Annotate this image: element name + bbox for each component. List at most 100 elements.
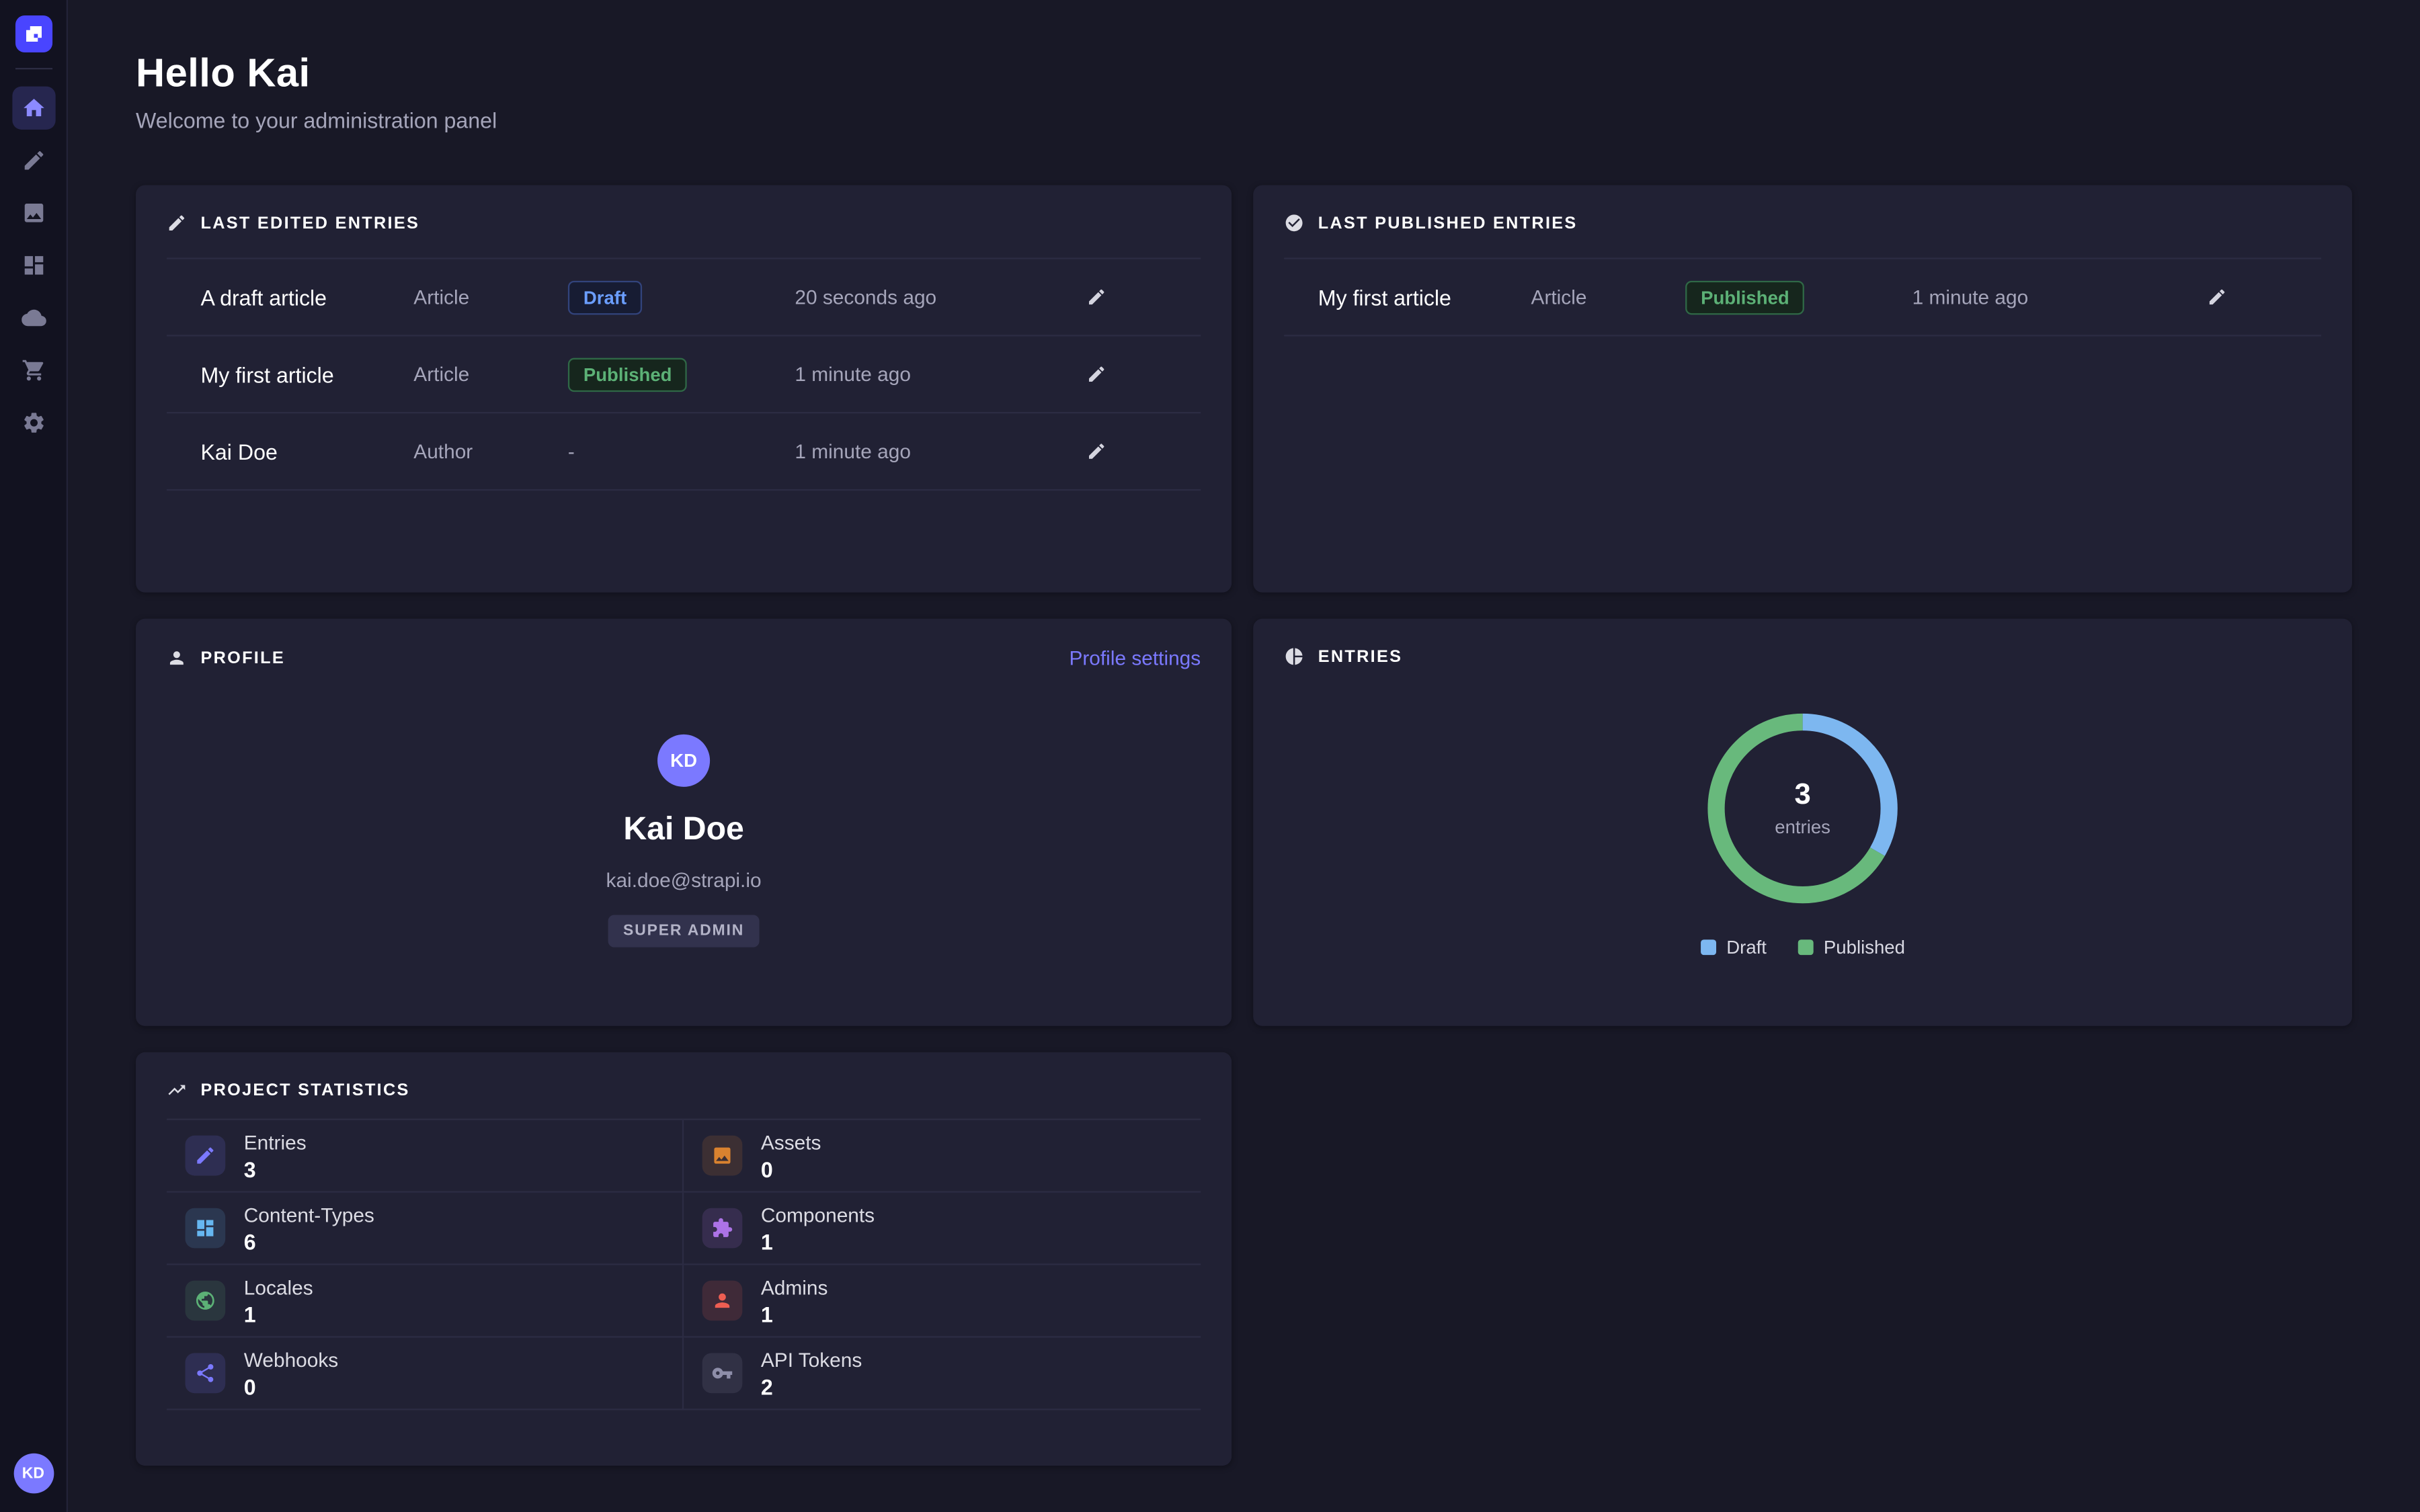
legend-label: Draft: [1726, 937, 1767, 958]
entry-name: A draft article: [200, 285, 413, 310]
sidebar-item-media-library[interactable]: [11, 192, 54, 235]
gear-icon: [21, 411, 46, 435]
entry-type: Article: [413, 286, 568, 308]
last-published-card: LAST PUBLISHED ENTRIES My first article …: [1253, 185, 2352, 593]
check-circle-icon: [1284, 213, 1304, 233]
status-badge: Draft: [568, 280, 642, 314]
sidebar-item-settings[interactable]: [11, 401, 54, 444]
profile-name: Kai Doe: [623, 812, 744, 849]
sidebar-item-marketplace[interactable]: [11, 349, 54, 392]
cart-icon: [21, 358, 46, 383]
entry-name: My first article: [200, 362, 413, 386]
entry-type: Author: [413, 439, 568, 462]
entries-header: ENTRIES: [1284, 646, 2321, 667]
sidebar-divider: [15, 68, 52, 69]
stat-label: API Tokens: [761, 1347, 862, 1370]
table-row[interactable]: A draft article Article Draft 20 seconds…: [167, 259, 1201, 337]
pencil-icon: [2206, 287, 2226, 307]
strapi-logo[interactable]: [15, 15, 52, 52]
table-row[interactable]: My first article Article Published 1 min…: [167, 337, 1201, 414]
project-statistics-card: PROJECT STATISTICS Entries 3 Assets0 Cont…: [136, 1052, 1232, 1466]
table-row[interactable]: My first article Article Published 1 min…: [1284, 259, 2321, 337]
entry-name: Kai Doe: [200, 439, 413, 464]
last-edited-card: LAST EDITED ENTRIES A draft article Arti…: [136, 185, 1232, 593]
profile-card: PROFILE Profile settings KD Kai Doe kai.…: [136, 619, 1232, 1026]
layout-icon: [186, 1208, 226, 1249]
sidebar-item-content-manager[interactable]: [11, 139, 54, 182]
edit-entry-button[interactable]: [1076, 284, 1116, 310]
profile-avatar: KD: [657, 734, 710, 787]
stat-label: Locales: [244, 1275, 313, 1298]
legend-label: Published: [1824, 937, 1905, 958]
entries-card: ENTRIES 3 entries Draft: [1253, 619, 2352, 1026]
stat-admins: Admins 1: [684, 1265, 1201, 1338]
pen-icon: [21, 148, 46, 173]
stat-assets: Assets0: [684, 1120, 1201, 1193]
legend-item-published: Published: [1798, 937, 1905, 958]
dashboard-grid: LAST EDITED ENTRIES A draft article Arti…: [136, 185, 2352, 1466]
profile-body: KD Kai Doe kai.doe@strapi.io SUPER ADMIN: [167, 734, 1201, 948]
sidebar-item-cloud[interactable]: [11, 296, 54, 339]
stat-value: 1: [761, 1302, 828, 1327]
edit-entry-button[interactable]: [2196, 284, 2236, 310]
edit-entry-button[interactable]: [1076, 438, 1116, 464]
last-published-title: LAST PUBLISHED ENTRIES: [1318, 214, 1578, 233]
pencil-icon: [1086, 287, 1106, 307]
status-badge: Published: [568, 358, 688, 392]
key-icon: [702, 1353, 743, 1394]
project-statistics-title: PROJECT STATISTICS: [200, 1081, 409, 1099]
last-published-header: LAST PUBLISHED ENTRIES: [1284, 213, 2321, 233]
sidebar: KD: [0, 0, 68, 1512]
stat-label: Content-Types: [244, 1203, 374, 1226]
stat-label: Entries: [244, 1130, 307, 1153]
stat-label: Webhooks: [244, 1347, 338, 1370]
profile-settings-link[interactable]: Profile settings: [1069, 646, 1201, 669]
sidebar-item-content-type-builder[interactable]: [11, 244, 54, 287]
last-edited-header: LAST EDITED ENTRIES: [167, 213, 1201, 233]
stat-content-types: Content-Types 6: [167, 1193, 684, 1265]
edit-entry-button[interactable]: [1076, 361, 1116, 387]
last-published-table: My first article Article Published 1 min…: [1284, 257, 2321, 336]
stat-value: 0: [244, 1374, 338, 1398]
stat-label: Admins: [761, 1275, 828, 1298]
entry-name: My first article: [1318, 285, 1531, 310]
stats-table: Entries 3 Assets0 Content-Types 6 Componen…: [167, 1119, 1201, 1411]
trending-up-icon: [167, 1080, 187, 1100]
media-icon: [21, 200, 46, 225]
status-badge: Published: [1685, 280, 1805, 314]
sidebar-user-avatar[interactable]: KD: [13, 1454, 54, 1494]
profile-title: PROFILE: [200, 648, 285, 667]
stat-components: Components1: [684, 1193, 1201, 1265]
feather-icon: [186, 1136, 226, 1176]
page-subtitle: Welcome to your administration panel: [136, 108, 2352, 133]
entry-time: 1 minute ago: [795, 439, 1076, 462]
pencil-icon: [167, 213, 187, 233]
profile-email: kai.doe@strapi.io: [606, 869, 762, 892]
pencil-icon: [1086, 442, 1106, 462]
stat-value: 1: [244, 1302, 313, 1327]
draft-swatch: [1700, 939, 1716, 955]
pie-chart-icon: [1284, 646, 1304, 667]
entries-donut: [1695, 700, 1910, 916]
table-row[interactable]: Kai Doe Author - 1 minute ago: [167, 413, 1201, 491]
last-edited-table: A draft article Article Draft 20 seconds…: [167, 257, 1201, 491]
profile-header: PROFILE Profile settings: [167, 646, 1201, 669]
entries-title: ENTRIES: [1318, 647, 1403, 666]
stat-value: 2: [761, 1374, 862, 1398]
stat-value: 0: [761, 1157, 821, 1181]
status-badge: -: [568, 439, 575, 462]
stat-value: 3: [244, 1157, 307, 1181]
share-icon: [186, 1353, 226, 1394]
stat-api-tokens: API Tokens 2: [684, 1338, 1201, 1411]
entry-type: Article: [1531, 286, 1686, 308]
entry-time: 20 seconds ago: [795, 286, 1076, 308]
stat-entries: Entries 3: [167, 1120, 684, 1193]
user-icon: [167, 648, 187, 668]
stat-value: 6: [244, 1229, 374, 1254]
cloud-icon: [21, 306, 46, 331]
stat-locales: Locales 1: [167, 1265, 684, 1338]
sidebar-item-home[interactable]: [11, 87, 54, 130]
entries-legend: Draft Published: [1284, 937, 2321, 958]
main-content: Hello Kai Welcome to your administration…: [68, 0, 2420, 1512]
published-swatch: [1798, 939, 1813, 955]
